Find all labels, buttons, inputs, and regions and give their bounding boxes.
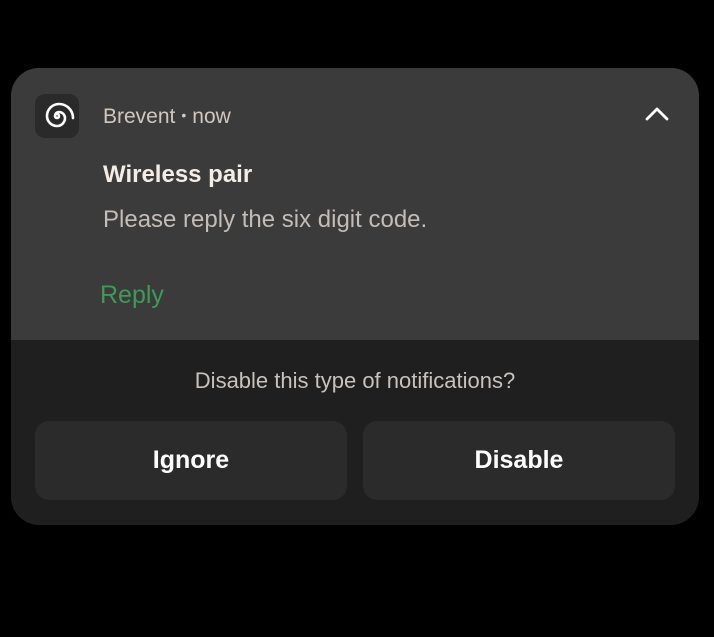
notification-time: now [192,105,231,128]
reply-button[interactable]: Reply [100,281,164,310]
notification-body: Please reply the six digit code. [103,206,428,233]
notification-title: Wireless pair [103,161,253,188]
chevron-up-icon[interactable] [641,98,673,130]
notification-card[interactable]: Brevent • now Wireless pair Please reply t… [11,68,699,525]
disable-button[interactable]: Disable [363,421,675,500]
header-separator: • [181,107,187,123]
ignore-button[interactable]: Ignore [35,421,347,500]
notification-content[interactable]: Brevent • now Wireless pair Please reply t… [11,68,699,340]
swirl-icon [35,94,79,138]
disable-prompt: Disable this type of notifications? [194,368,516,393]
app-name: Brevent [103,105,176,128]
notification-header: Brevent • now [103,105,231,129]
